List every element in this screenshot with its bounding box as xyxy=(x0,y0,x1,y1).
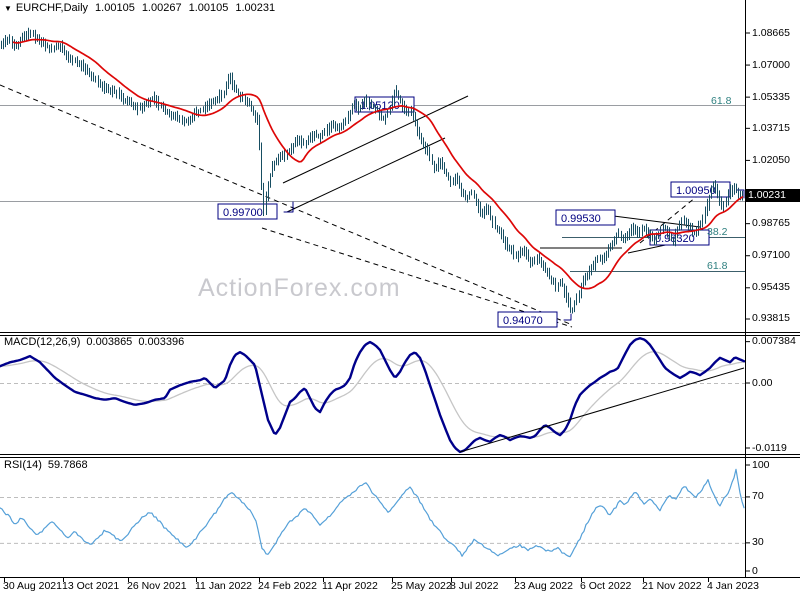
label-hook xyxy=(563,313,572,321)
symbol-name: EURCHF,Daily xyxy=(15,2,89,14)
chart-canvas[interactable]: 1.051200.99700 0.995301.009500.983200.940… xyxy=(0,0,800,600)
macd-trendline xyxy=(459,367,745,453)
ohlc-close: 1.00231 xyxy=(235,2,276,14)
rsi-header: RSI(14) 59.7868 xyxy=(4,459,88,471)
current-price-tag: 1.00231 xyxy=(746,189,800,202)
rsi-label: RSI(14) xyxy=(4,459,42,471)
ohlc-low: 1.00105 xyxy=(188,2,229,14)
macd-label: MACD(12,26,9) xyxy=(4,336,81,348)
price-level-label: 0.99700 xyxy=(223,207,263,219)
price-level-label: 0.99530 xyxy=(561,213,601,225)
candlestick-bars xyxy=(1,27,743,314)
macd-header: MACD(12,26,9) 0.003865 0.003396 xyxy=(4,336,184,348)
rsi-value: 59.7868 xyxy=(47,459,88,471)
macd-main-value: 0.003865 xyxy=(86,336,133,348)
price-level-label: 0.94070 xyxy=(503,315,543,327)
ohlc-high: 1.00267 xyxy=(141,2,182,14)
moving-average-line xyxy=(12,38,744,290)
chart-window: ActionForex.com 1.05120 0.99700 0.99530 1.0… xyxy=(0,0,800,600)
symbol-dropdown-icon[interactable]: ▼ xyxy=(4,4,12,13)
long-falling-dashed xyxy=(0,84,571,325)
macd-signal-value: 0.003396 xyxy=(138,336,185,348)
chart-header: ▼ EURCHF,Daily 1.00105 1.00267 1.00105 1.0023… xyxy=(4,2,275,14)
macd-signal-line xyxy=(0,351,745,438)
ohlc-open: 1.00105 xyxy=(95,2,135,14)
current-price-value: 1.00231 xyxy=(748,189,786,201)
